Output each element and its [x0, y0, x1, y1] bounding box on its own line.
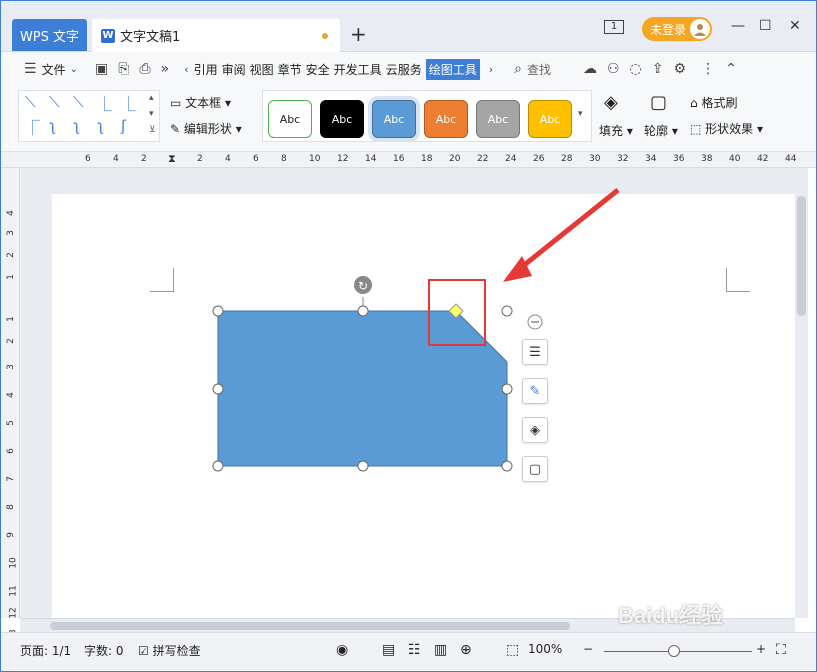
outline-view-icon[interactable]: ☷ — [408, 642, 421, 658]
word-count[interactable]: 字数: 0 — [84, 642, 124, 659]
zoom-slider-thumb[interactable] — [668, 645, 680, 657]
status-bar: 页面: 1/1 字数: 0 ☑ 拼写检查 ◉ ▤ ☷ ▥ ⊕ ⬚ 100% − … — [0, 632, 817, 672]
shape-overlay: ↻ — [212, 188, 620, 472]
resize-handle-t[interactable] — [357, 305, 369, 317]
layout-options-button[interactable]: ☰ — [522, 339, 548, 365]
text-wrap-icon: ☰ — [529, 344, 541, 360]
resize-handle-b[interactable] — [357, 460, 369, 472]
resize-handle-br[interactable] — [501, 460, 513, 472]
pen-icon: ✎ — [529, 383, 541, 399]
spellcheck-label: 拼写检查 — [152, 644, 201, 658]
fill-tool-button[interactable]: ◈ — [522, 417, 548, 443]
outline-icon: ▢ — [528, 461, 542, 477]
scroll-thumb[interactable] — [50, 622, 570, 630]
vertical-scrollbar[interactable] — [795, 168, 808, 618]
fill-bucket-icon: ◈ — [530, 422, 540, 438]
fit-page-icon[interactable]: ⬚ — [506, 642, 519, 658]
zoom-level[interactable]: 100% — [528, 642, 562, 656]
resize-handle-r[interactable] — [501, 383, 513, 395]
web-view-icon[interactable]: ⊕ — [460, 642, 472, 658]
rotate-arrow-icon: ↻ — [358, 279, 368, 293]
pen-tool-button[interactable]: ✎ — [522, 378, 548, 404]
resize-handle-tl[interactable] — [212, 305, 224, 317]
reading-view-icon[interactable]: ▥ — [434, 642, 447, 658]
annotation-arrow — [516, 188, 620, 272]
resize-handle-l[interactable] — [212, 383, 224, 395]
spellcheck-button[interactable]: ☑ 拼写检查 — [138, 642, 201, 659]
resize-handle-tr[interactable] — [501, 305, 513, 317]
baidu-watermark: Baidu经验 — [618, 603, 724, 628]
eye-icon[interactable]: ◉ — [336, 642, 348, 658]
page-view-icon[interactable]: ▤ — [382, 642, 395, 658]
fullscreen-icon[interactable]: ⛶ — [776, 642, 786, 658]
zoom-out-button[interactable]: − — [583, 642, 593, 656]
outline-tool-button[interactable]: ▢ — [522, 456, 548, 482]
resize-handle-bl[interactable] — [212, 460, 224, 472]
page-indicator[interactable]: 页面: 1/1 — [20, 642, 71, 659]
zoom-in-button[interactable]: + — [756, 642, 766, 656]
snip-corner-rectangle[interactable] — [217, 310, 508, 467]
scroll-thumb[interactable] — [797, 196, 806, 316]
